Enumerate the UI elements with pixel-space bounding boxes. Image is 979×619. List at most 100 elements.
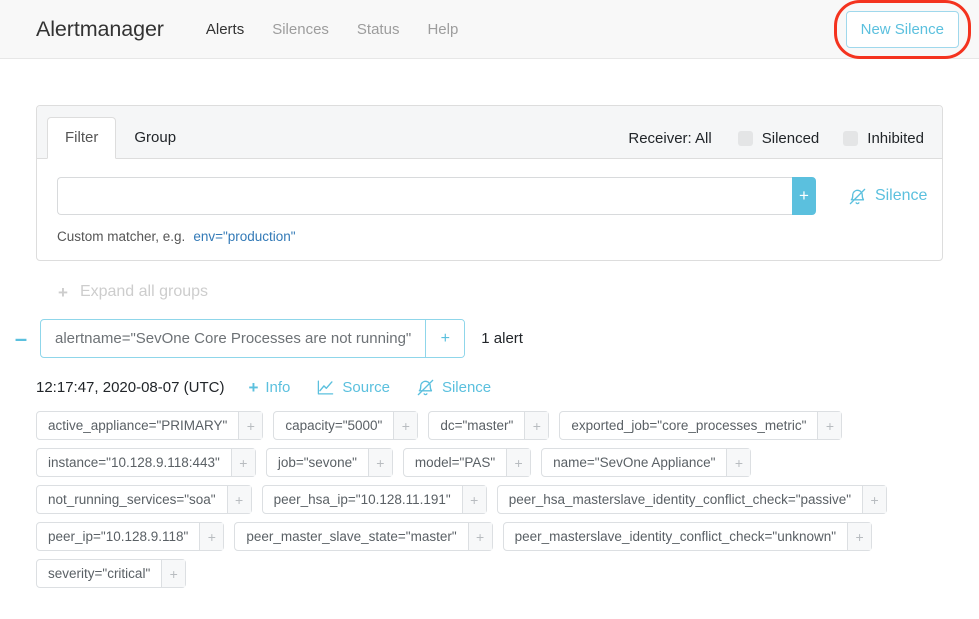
brand-title[interactable]: Alertmanager	[36, 17, 164, 42]
label-chip: not_running_services="soa" +	[36, 485, 252, 514]
label-chip-add-icon[interactable]: +	[507, 449, 531, 476]
group-matcher-label[interactable]: alertname="SevOne Core Processes are not…	[41, 320, 427, 357]
inhibited-toggle[interactable]: Inhibited	[843, 130, 924, 147]
filter-header-controls: Receiver: All Silenced Inhibited	[628, 130, 930, 158]
page-container: Filter Group Receiver: All Silenced Inhi…	[0, 105, 979, 588]
label-chip: peer_master_slave_state="master" +	[234, 522, 493, 551]
tab-group[interactable]: Group	[116, 117, 194, 159]
receiver-label[interactable]: Receiver: All	[628, 130, 711, 147]
filter-card: Filter Group Receiver: All Silenced Inhi…	[36, 105, 943, 261]
tab-filter[interactable]: Filter	[47, 117, 117, 159]
label-chip-text[interactable]: peer_hsa_ip="10.128.11.191"	[263, 486, 463, 513]
matcher-input[interactable]	[57, 177, 792, 215]
silenced-toggle-label: Silenced	[761, 130, 820, 147]
label-chip: instance="10.128.9.118:443" +	[36, 448, 256, 477]
alert-silence-label: Silence	[441, 379, 492, 396]
new-silence-wrapper: New Silence	[833, 0, 971, 59]
filter-card-header: Filter Group Receiver: All Silenced Inhi…	[37, 106, 942, 159]
label-chip-text[interactable]: capacity="5000"	[274, 412, 395, 439]
bell-slash-icon	[848, 187, 867, 206]
label-chip: severity="critical" +	[36, 559, 187, 588]
label-chip-add-icon[interactable]: +	[394, 412, 418, 439]
matcher-input-row: + Silence	[57, 177, 927, 215]
label-chip-text[interactable]: exported_job="core_processes_metric"	[560, 412, 819, 439]
checkbox-icon[interactable]	[843, 131, 859, 146]
label-chip-add-icon[interactable]: +	[863, 486, 887, 513]
label-chip: exported_job="core_processes_metric" +	[559, 411, 843, 440]
label-chip: active_appliance="PRIMARY" +	[36, 411, 264, 440]
label-chip: name="SevOne Appliance" +	[541, 448, 752, 477]
nav-link-silences[interactable]: Silences	[258, 22, 343, 37]
nav-link-help[interactable]: Help	[413, 22, 472, 37]
label-chip-add-icon[interactable]: +	[727, 449, 751, 476]
checkbox-icon[interactable]	[737, 131, 753, 146]
chart-line-icon	[316, 378, 335, 397]
label-chip-text[interactable]: name="SevOne Appliance"	[542, 449, 728, 476]
alert-timestamp: 12:17:47, 2020-08-07 (UTC)	[36, 379, 225, 396]
label-chip-text[interactable]: peer_masterslave_identity_conflict_check…	[504, 523, 849, 550]
matcher-hint-example[interactable]: env="production"	[193, 229, 295, 244]
label-chip: peer_hsa_masterslave_identity_conflict_c…	[496, 485, 888, 514]
label-chip-add-icon[interactable]: +	[818, 412, 842, 439]
silence-filter-label: Silence	[874, 187, 928, 204]
expand-all-groups-button[interactable]: + Expand all groups	[36, 283, 943, 301]
add-matcher-button[interactable]: +	[792, 177, 816, 215]
nav-link-alerts[interactable]: Alerts	[192, 22, 258, 37]
navbar: Alertmanager Alerts Silences Status Help…	[0, 0, 979, 59]
label-chip: job="sevone" +	[265, 448, 393, 477]
label-chip: dc="master" +	[428, 411, 550, 440]
alert-source-link[interactable]: Source	[316, 378, 390, 397]
alert-count-label: 1 alert	[481, 330, 523, 347]
alert-group-header: – alertname="SevOne Core Processes are n…	[0, 319, 943, 358]
alert-group: – alertname="SevOne Core Processes are n…	[15, 319, 943, 588]
new-silence-button[interactable]: New Silence	[845, 10, 959, 48]
label-chip-text[interactable]: dc="master"	[429, 412, 526, 439]
label-chip-text[interactable]: active_appliance="PRIMARY"	[37, 412, 240, 439]
label-chip-text[interactable]: instance="10.128.9.118:443"	[37, 449, 232, 476]
alert-meta-row: 12:17:47, 2020-08-07 (UTC) + Info Source	[36, 378, 943, 397]
expand-all-groups-label: Expand all groups	[79, 283, 209, 300]
navbar-right: New Silence	[833, 0, 971, 59]
label-chip-text[interactable]: not_running_services="soa"	[37, 486, 228, 513]
label-chip-text[interactable]: peer_hsa_masterslave_identity_conflict_c…	[498, 486, 864, 513]
label-chip-text[interactable]: peer_master_slave_state="master"	[235, 523, 469, 550]
label-chip-add-icon[interactable]: +	[227, 486, 251, 513]
label-chip-add-icon[interactable]: +	[200, 523, 224, 550]
plus-icon: +	[58, 282, 68, 302]
label-chip-text[interactable]: severity="critical"	[37, 560, 163, 587]
label-chip-add-icon[interactable]: +	[368, 449, 392, 476]
plus-icon: +	[248, 378, 259, 397]
label-chip: peer_ip="10.128.9.118" +	[36, 522, 225, 551]
matcher-hint: Custom matcher, e.g. env="production"	[57, 229, 922, 244]
label-chip: peer_masterslave_identity_conflict_check…	[502, 522, 873, 551]
nav-link-status[interactable]: Status	[343, 22, 414, 37]
label-chip-text[interactable]: peer_ip="10.128.9.118"	[37, 523, 201, 550]
label-chip-add-icon[interactable]: +	[462, 486, 486, 513]
label-chip: model="PAS" +	[402, 448, 532, 477]
silence-filter-link[interactable]: Silence	[848, 177, 927, 215]
silenced-toggle[interactable]: Silenced	[737, 130, 820, 147]
label-chip-add-icon[interactable]: +	[468, 523, 492, 550]
label-chip-add-icon[interactable]: +	[848, 523, 872, 550]
matcher-hint-prefix: Custom matcher, e.g.	[57, 229, 186, 244]
label-chip-add-icon[interactable]: +	[239, 412, 263, 439]
filter-tabs: Filter Group	[47, 117, 194, 159]
filter-card-body: + Silence Custom matcher, e.g. env="prod…	[37, 159, 942, 260]
alert-labels: active_appliance="PRIMARY" + capacity="5…	[36, 411, 941, 588]
alert-info-label: Info	[265, 379, 291, 396]
inhibited-toggle-label: Inhibited	[867, 130, 924, 147]
label-chip-add-icon[interactable]: +	[162, 560, 186, 587]
label-chip-add-icon[interactable]: +	[231, 449, 255, 476]
label-chip-text[interactable]: model="PAS"	[404, 449, 508, 476]
group-matcher-add-icon[interactable]: +	[426, 320, 465, 357]
alert-source-label: Source	[342, 379, 390, 396]
collapse-group-icon[interactable]: –	[8, 327, 34, 350]
group-matcher-chip: alertname="SevOne Core Processes are not…	[40, 319, 466, 358]
label-chip-add-icon[interactable]: +	[525, 412, 549, 439]
label-chip: peer_hsa_ip="10.128.11.191" +	[261, 485, 487, 514]
label-chip: capacity="5000" +	[273, 411, 419, 440]
label-chip-text[interactable]: job="sevone"	[267, 449, 369, 476]
alert-silence-link[interactable]: Silence	[416, 378, 491, 397]
alert-info-link[interactable]: + Info	[248, 379, 290, 396]
bell-slash-icon	[416, 378, 435, 397]
